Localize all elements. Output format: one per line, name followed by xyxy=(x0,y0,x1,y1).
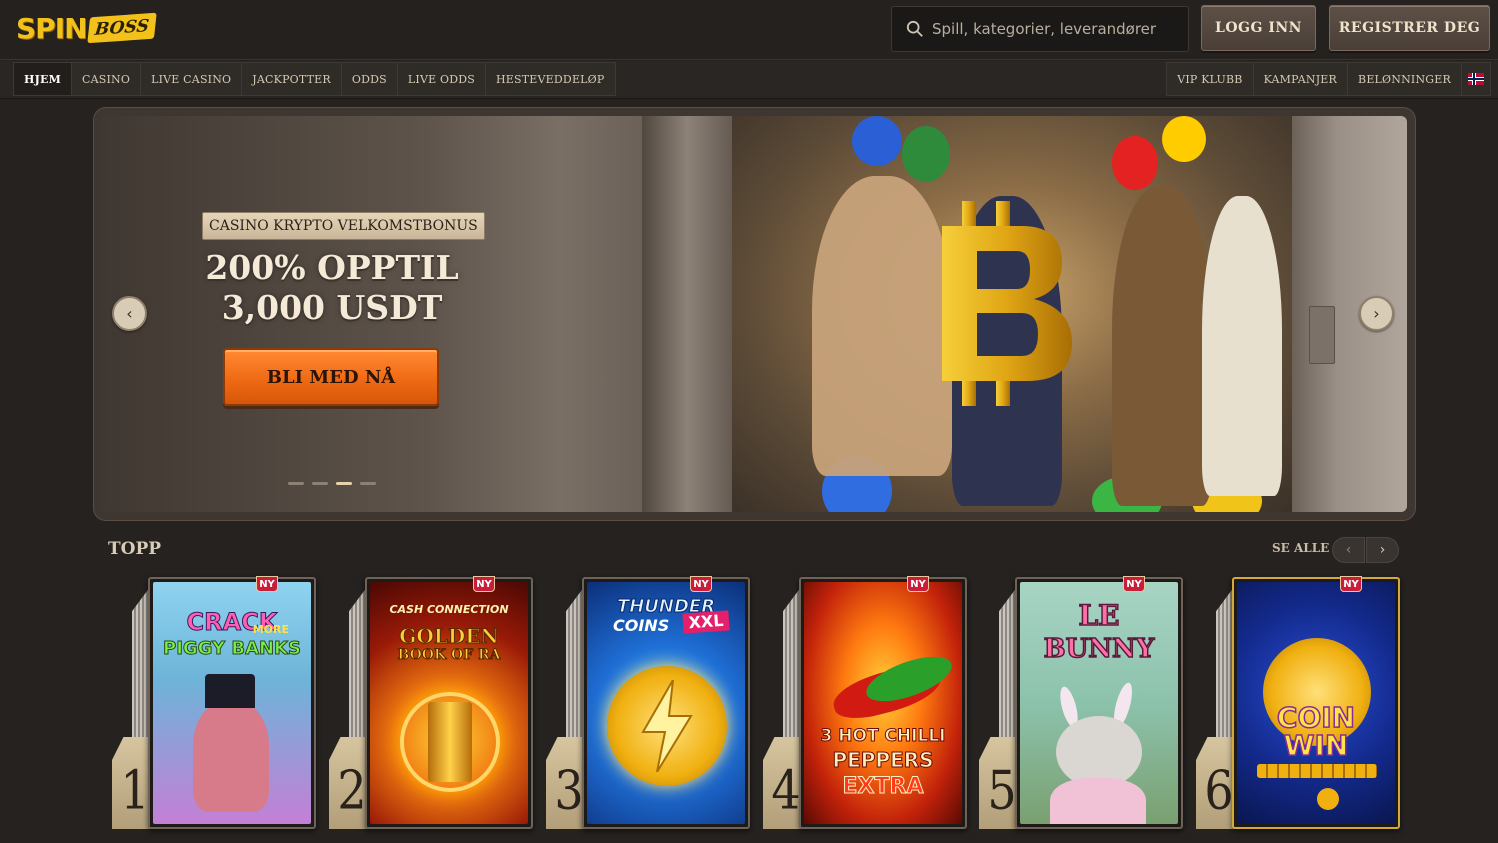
game-title-b: WIN xyxy=(1283,729,1349,762)
games-prev-button[interactable]: ‹ xyxy=(1332,537,1365,563)
game-art: THUNDER COINS XXL xyxy=(587,582,745,824)
carousel-dot-active[interactable] xyxy=(336,482,352,485)
nav-item-live-odds[interactable]: LIVE ODDS xyxy=(396,62,487,96)
game-card[interactable]: NY CASH CONNECTION GOLDEN BOOK OF RA xyxy=(365,576,533,829)
game-title-a: 3 HOT CHILLI xyxy=(820,726,946,746)
game-card[interactable]: NY CRACK MORE PIGGY BANKS xyxy=(148,576,316,829)
chevron-left-icon: ‹ xyxy=(126,304,133,323)
chevron-right-icon: › xyxy=(1373,304,1380,323)
new-badge: NY xyxy=(473,576,495,592)
game-card[interactable]: NY LE BUNNY xyxy=(1015,576,1183,829)
logo-boss-text: BOSS xyxy=(86,12,156,44)
game-title-b: GOLDEN xyxy=(399,624,499,648)
carousel-dot[interactable] xyxy=(312,482,328,485)
game-card[interactable]: NY 3 HOT CHILLI PEPPERS EXTRA xyxy=(799,576,967,829)
nav-item-jackpotter[interactable]: JACKPOTTER xyxy=(241,62,342,96)
top-games-row: 1 NY CRACK MORE PIGGY BANKS 2 NY CASH CO… xyxy=(0,575,1498,835)
nav-item-hjem[interactable]: HJEM xyxy=(13,62,72,96)
see-all-link[interactable]: SE ALLE xyxy=(1272,541,1329,555)
logo-spin-text: SPIN xyxy=(16,11,88,45)
hero-content: CASINO KRYPTO VELKOMSTBONUS 200% OPPTIL … xyxy=(102,116,562,512)
game-art: CRACK MORE PIGGY BANKS xyxy=(153,582,311,824)
carousel-dot[interactable] xyxy=(360,482,376,485)
language-selector[interactable] xyxy=(1461,62,1491,96)
register-button[interactable]: REGISTRER DEG xyxy=(1329,5,1490,51)
game-art: LE BUNNY xyxy=(1020,582,1178,824)
game-card[interactable]: NY COIN WIN xyxy=(1232,576,1400,829)
game-title-c: PIGGY BANKS xyxy=(163,638,302,659)
nav-item-casino[interactable]: CASINO xyxy=(70,62,142,96)
nav-item-hesteveddelop[interactable]: HESTEVEDDELØP xyxy=(485,62,616,96)
new-badge: NY xyxy=(1123,576,1145,592)
carousel-next-button[interactable]: › xyxy=(1359,296,1394,331)
nav-item-vip-klubb[interactable]: VIP KLUBB xyxy=(1166,62,1254,96)
carousel-dot[interactable] xyxy=(288,482,304,485)
norway-flag-icon xyxy=(1468,73,1484,85)
lightning-icon xyxy=(641,680,693,772)
hero-bg-door xyxy=(642,116,732,512)
nav-item-belonninger[interactable]: BELØNNINGER xyxy=(1347,62,1462,96)
nav-item-kampanjer[interactable]: KAMPANJER xyxy=(1252,62,1349,96)
game-title-b: PEPPERS xyxy=(832,748,934,772)
hero-title: 200% OPPTIL 3,000 USDT xyxy=(102,248,562,328)
hero-slide[interactable]: CASINO KRYPTO VELKOMSTBONUS 200% OPPTIL … xyxy=(102,116,1407,512)
new-badge: NY xyxy=(690,576,712,592)
game-title-a: CASH CONNECTION xyxy=(389,603,509,616)
section-title-top: TOPP xyxy=(108,539,162,559)
new-badge: NY xyxy=(1340,576,1362,592)
game-title-b: MORE xyxy=(252,623,289,636)
main-nav: HJEM CASINO LIVE CASINO JACKPOTTER ODDS … xyxy=(0,61,1498,99)
chevron-left-icon: ‹ xyxy=(1345,542,1352,558)
game-title-a: LE xyxy=(1078,599,1121,632)
chevron-right-icon: › xyxy=(1379,542,1386,558)
nav-left-group: HJEM CASINO LIVE CASINO JACKPOTTER ODDS … xyxy=(13,62,616,96)
elevator-panel xyxy=(1309,306,1335,364)
game-art: 3 HOT CHILLI PEPPERS EXTRA xyxy=(804,582,962,824)
hero-banner: CASINO KRYPTO VELKOMSTBONUS 200% OPPTIL … xyxy=(94,108,1415,520)
game-art: CASH CONNECTION GOLDEN BOOK OF RA xyxy=(370,582,528,824)
spinboss-logo[interactable]: SPIN BOSS xyxy=(16,10,156,46)
game-title-b: BUNNY xyxy=(1043,634,1155,664)
game-title-c: EXTRA xyxy=(842,774,924,799)
nav-item-odds[interactable]: ODDS xyxy=(340,62,398,96)
game-title-c: BOOK OF RA xyxy=(397,647,501,663)
new-badge: NY xyxy=(256,576,278,592)
top-header: SPIN BOSS LOGG INN REGISTRER DEG xyxy=(0,0,1498,60)
game-title-a: COIN xyxy=(1276,701,1356,734)
game-title-c: XXL xyxy=(682,610,730,634)
games-next-button[interactable]: › xyxy=(1366,537,1399,563)
hero-title-line2: 3,000 USDT xyxy=(221,288,443,327)
new-badge: NY xyxy=(907,576,929,592)
carousel-dots xyxy=(288,482,376,485)
bitcoin-icon xyxy=(942,201,1072,406)
game-card[interactable]: NY THUNDER COINS XXL xyxy=(582,576,750,829)
login-button[interactable]: LOGG INN xyxy=(1201,5,1316,51)
nav-right-group: VIP KLUBB KAMPANJER BELØNNINGER xyxy=(1166,62,1491,96)
hero-title-line1: 200% OPPTIL xyxy=(205,248,459,287)
game-tile[interactable]: 6 NY COIN WIN xyxy=(1196,575,1486,835)
search-box[interactable] xyxy=(891,6,1189,52)
hero-badge: CASINO KRYPTO VELKOMSTBONUS xyxy=(202,212,485,240)
nav-item-live-casino[interactable]: LIVE CASINO xyxy=(140,62,243,96)
search-icon xyxy=(906,20,923,37)
search-input[interactable] xyxy=(932,20,1172,38)
game-art: COIN WIN xyxy=(1237,582,1395,824)
carousel-prev-button[interactable]: ‹ xyxy=(112,296,147,331)
join-now-button[interactable]: BLI MED NÅ xyxy=(223,348,439,406)
